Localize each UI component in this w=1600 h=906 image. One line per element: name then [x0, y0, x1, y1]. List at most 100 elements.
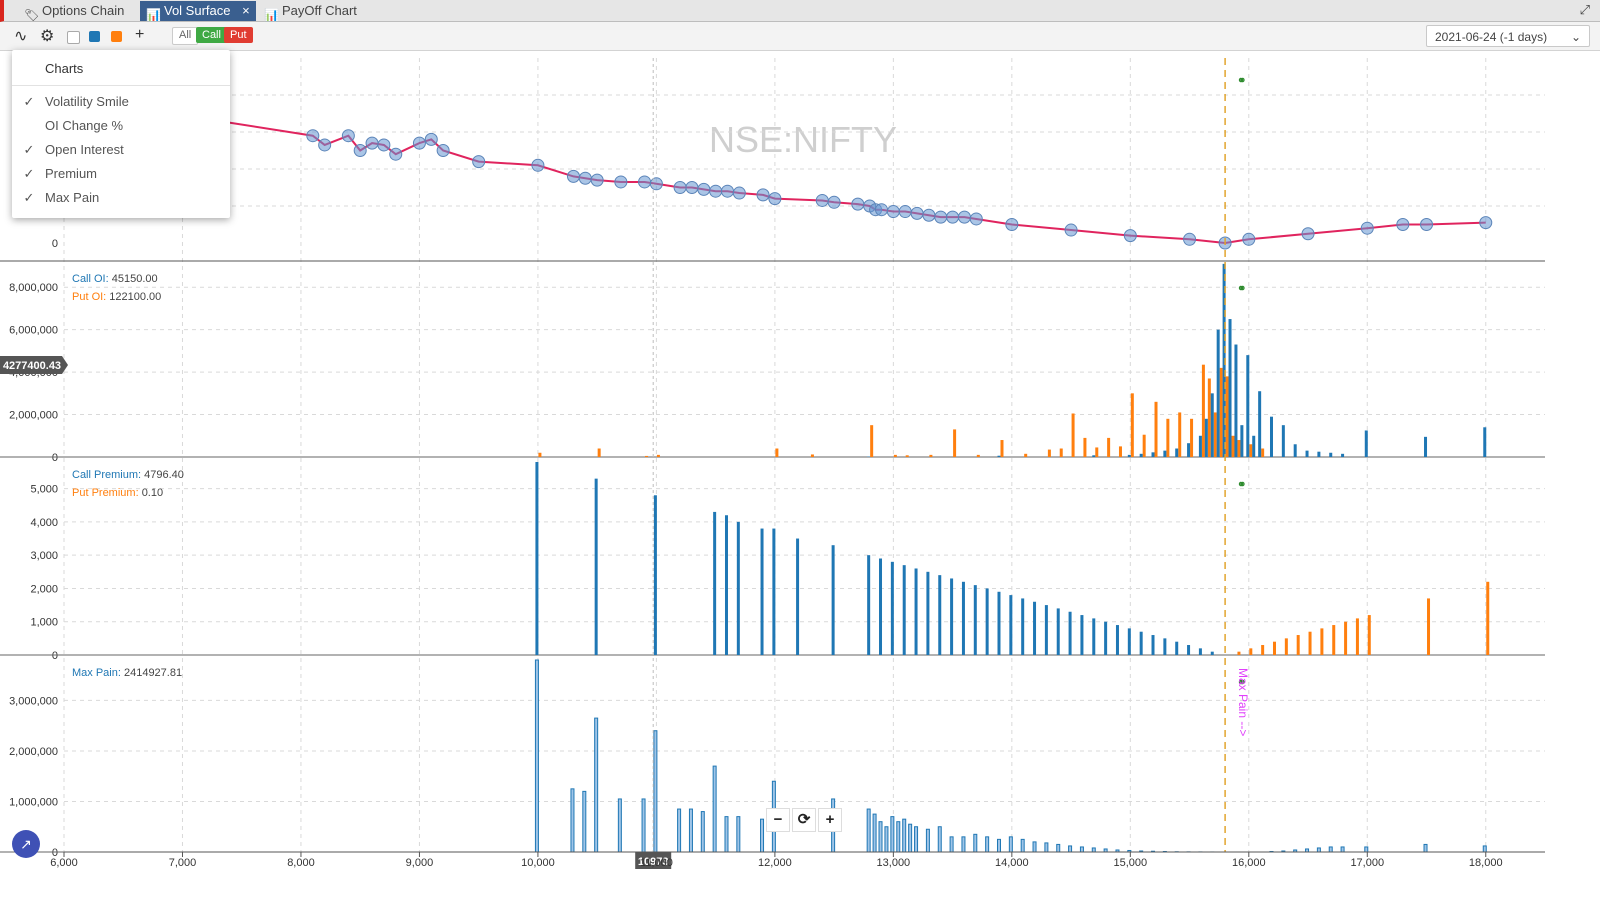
call-bar [1033, 601, 1037, 655]
smile-point [934, 210, 948, 224]
call-bar [997, 455, 1001, 457]
call-bar [902, 565, 906, 655]
charts-menu: Charts ✓ Volatility Smile OI Change % ✓ … [12, 50, 230, 218]
y-tick-label: 4,000 [30, 517, 58, 529]
call-bar [1258, 391, 1262, 457]
put-bar [953, 429, 957, 457]
pulse-icon[interactable]: ∿ [14, 26, 27, 46]
menu-item-max-pain[interactable]: ✓ Max Pain [12, 187, 230, 209]
call-bar [1139, 631, 1143, 655]
call-bar [996, 838, 1001, 853]
put-bar [1219, 367, 1223, 457]
smile-point [1005, 218, 1019, 231]
put-bar [905, 455, 909, 457]
menu-item-premium[interactable]: ✓ Premium [12, 163, 230, 185]
tab-options-chain[interactable]: 🏷 Options Chain [18, 1, 130, 22]
call-bar [736, 521, 740, 655]
close-icon[interactable]: × [242, 3, 250, 18]
call-bar [724, 816, 729, 853]
smile-point [673, 181, 687, 194]
max-pain-label: Max Pain --> [1236, 668, 1250, 736]
date-select[interactable]: 2021-06-24 (-1 days) ⌄ [1426, 25, 1590, 47]
put-bar [1237, 651, 1241, 655]
put-bar [775, 448, 779, 457]
call-bar [1021, 598, 1025, 655]
put-bar [1332, 625, 1336, 655]
smile-point [424, 132, 438, 146]
call-bar [973, 833, 978, 853]
tab-label: Vol Surface [164, 3, 231, 18]
filter-put-button[interactable]: Put [224, 27, 253, 43]
call-bar [1210, 393, 1214, 457]
chart-area[interactable]: NSE:NIFTY0⚭02,000,0004,000,0006,000,0008… [0, 50, 1600, 906]
call-bar [890, 816, 895, 853]
put-bar [1344, 621, 1348, 655]
tab-label: Options Chain [42, 3, 125, 18]
put-bar [1107, 437, 1111, 457]
white-swatch-button[interactable] [67, 31, 80, 44]
put-bar [1095, 447, 1099, 457]
y-tick-label: 1,000 [30, 617, 58, 629]
put-bar [1320, 628, 1324, 655]
put-bar [1249, 444, 1253, 457]
call-bar [594, 478, 598, 655]
call-bar [1198, 435, 1202, 457]
smile-point [910, 206, 924, 220]
put-bar [538, 452, 542, 457]
smile-point [1123, 229, 1137, 243]
smile-point [709, 184, 723, 198]
smile-point [827, 195, 841, 209]
orange-swatch-button[interactable] [111, 31, 122, 42]
put-bar [976, 454, 980, 457]
smile-point [566, 169, 580, 183]
call-bar [884, 826, 889, 853]
call-bar [1329, 452, 1333, 457]
smile-point [1360, 221, 1374, 235]
call-bar [1316, 847, 1321, 853]
call-bar [908, 823, 913, 853]
zoom-in-button[interactable]: + [818, 808, 842, 832]
trend-chart-icon[interactable]: ↗ [12, 830, 40, 858]
plus-icon[interactable]: + [135, 26, 144, 44]
call-bar [937, 826, 942, 853]
link-icon: ⚭ [1237, 75, 1246, 87]
smile-point [815, 193, 829, 207]
call-bar [866, 808, 871, 853]
put-bar [645, 455, 649, 457]
call-bar [1364, 430, 1368, 457]
legend-label: Call Premium: 4796.40 [72, 469, 184, 481]
smile-point [377, 138, 391, 152]
call-bar [1020, 838, 1025, 853]
smile-point [412, 136, 426, 150]
smile-point [1479, 216, 1493, 230]
call-bar [925, 828, 930, 853]
call-bar [949, 836, 954, 853]
tab-vol-surface[interactable]: 📊 Vol Surface × [140, 1, 256, 22]
filter-all-button[interactable]: All [172, 27, 199, 45]
menu-item-label: OI Change % [45, 118, 124, 133]
smile-point [1396, 218, 1410, 231]
menu-item-label: Premium [45, 166, 98, 181]
call-bar [1008, 836, 1013, 853]
filter-call-button[interactable]: Call [196, 27, 227, 43]
gear-icon[interactable]: ⚙ [40, 26, 54, 46]
call-bar [1483, 427, 1487, 457]
menu-item-volatility-smile[interactable]: ✓ Volatility Smile [12, 91, 230, 113]
smile-point [1183, 232, 1197, 246]
menu-item-oi-change[interactable]: OI Change % [12, 115, 230, 137]
put-bar [1308, 631, 1312, 655]
call-bar [1187, 645, 1191, 655]
tab-bar: 🏷 Options Chain 📊 Vol Surface × 📊 PayOff… [0, 0, 1600, 22]
put-bar [810, 454, 814, 457]
zoom-reset-button[interactable]: ⟳ [792, 808, 816, 832]
maximize-icon[interactable]: ⤢ [1580, 2, 1590, 18]
call-bar [985, 588, 989, 655]
legend-label: Put OI: 122100.00 [72, 291, 161, 303]
legend-value: 45150.00 [112, 273, 158, 285]
call-bar [1175, 641, 1179, 655]
zoom-out-button[interactable]: − [766, 808, 790, 832]
call-bar [1127, 628, 1131, 655]
menu-item-open-interest[interactable]: ✓ Open Interest [12, 139, 230, 161]
blue-swatch-button[interactable] [89, 31, 100, 42]
tab-payoff-chart[interactable]: 📊 PayOff Chart [258, 1, 363, 22]
